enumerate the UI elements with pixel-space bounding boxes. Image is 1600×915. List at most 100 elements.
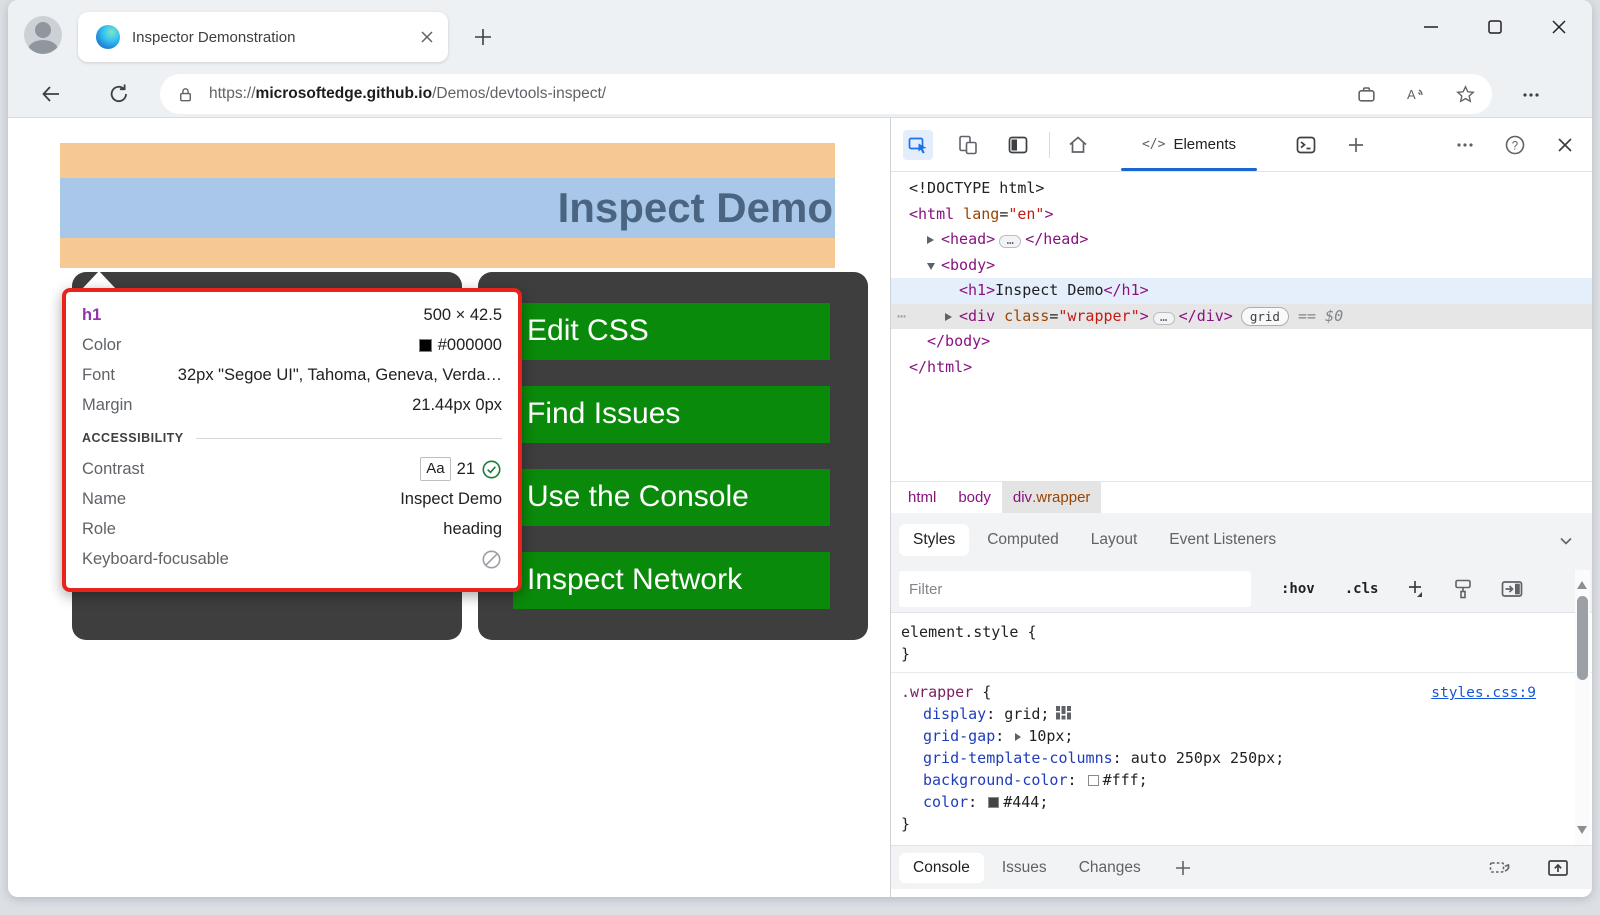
dom-token: </html> bbox=[909, 358, 972, 376]
tab-close-icon[interactable] bbox=[420, 30, 434, 44]
demo-page-button[interactable]: Edit CSS bbox=[513, 303, 830, 360]
more-tabs-icon[interactable] bbox=[1341, 130, 1371, 160]
demo-page-button[interactable]: Use the Console bbox=[513, 469, 830, 526]
expand-value-icon[interactable] bbox=[1015, 733, 1025, 741]
tooltip-name-value: Inspect Demo bbox=[400, 490, 502, 509]
minimize-icon[interactable] bbox=[1422, 18, 1440, 36]
new-tab-button[interactable] bbox=[470, 24, 496, 50]
color-picker-icon[interactable] bbox=[1452, 578, 1474, 600]
node-more-icon[interactable]: ⋯ bbox=[897, 304, 906, 330]
stylesheet-link[interactable]: styles.css:9 bbox=[1431, 682, 1536, 704]
css-declaration[interactable]: grid-template-columns: auto 250px 250px; bbox=[901, 747, 1582, 769]
chevron-down-icon[interactable] bbox=[1558, 533, 1574, 549]
browser-essentials-icon[interactable] bbox=[1356, 84, 1377, 105]
toggle-sidebar-icon[interactable] bbox=[1500, 577, 1524, 601]
dom-node-line[interactable]: <h1>Inspect Demo</h1> bbox=[891, 278, 1592, 304]
refresh-icon[interactable] bbox=[104, 79, 134, 109]
css-declaration[interactable]: color: #444; bbox=[901, 791, 1582, 813]
welcome-home-icon[interactable] bbox=[1063, 130, 1093, 160]
close-window-icon[interactable] bbox=[1550, 18, 1568, 36]
dom-node-line[interactable]: <!DOCTYPE html> bbox=[891, 176, 1592, 202]
quickview-tab-changes[interactable]: Changes bbox=[1065, 853, 1155, 883]
breadcrumb-token: html bbox=[908, 489, 936, 506]
color-swatch[interactable] bbox=[988, 797, 999, 808]
settings-menu-icon[interactable] bbox=[1518, 82, 1544, 108]
accessibility-title: ACCESSIBILITY bbox=[82, 431, 184, 445]
browser-tab[interactable]: Inspector Demonstration bbox=[78, 12, 448, 62]
scrollbar-thumb[interactable] bbox=[1577, 596, 1588, 680]
toggle-cls[interactable]: .cls bbox=[1345, 581, 1379, 597]
more-options-icon[interactable] bbox=[1450, 130, 1480, 160]
breadcrumb-item[interactable]: div.wrapper bbox=[1002, 482, 1102, 513]
tooltip-font-value: 32px "Segoe UI", Tahoma, Geneva, Verda… bbox=[178, 366, 502, 385]
close-devtools-icon[interactable] bbox=[1550, 130, 1580, 160]
expand-panel-icon[interactable] bbox=[1546, 856, 1570, 880]
color-swatch bbox=[419, 339, 432, 352]
css-declaration[interactable]: display: grid; bbox=[901, 703, 1582, 725]
tooltip-element-size: 500 × 42.5 bbox=[424, 306, 502, 325]
sidebar-tab-styles[interactable]: Styles bbox=[899, 524, 969, 556]
dom-token: <body> bbox=[941, 256, 995, 274]
active-tab-underline bbox=[1121, 168, 1257, 171]
dom-node-line[interactable]: <head>…</head> bbox=[891, 227, 1592, 253]
toggle-hov[interactable]: :hov bbox=[1281, 581, 1315, 597]
demo-page-button[interactable]: Find Issues bbox=[513, 386, 830, 443]
tooltip-name-label: Name bbox=[82, 490, 126, 509]
dom-node-line[interactable]: <html lang="en"> bbox=[891, 202, 1592, 228]
sidebar-tab-computed[interactable]: Computed bbox=[973, 524, 1073, 556]
lock-icon[interactable] bbox=[176, 85, 195, 104]
device-emulation-icon[interactable] bbox=[953, 130, 983, 160]
add-quickview-tab-icon[interactable] bbox=[1173, 858, 1193, 878]
back-icon[interactable] bbox=[36, 79, 66, 109]
sidebar-tab-event-listeners[interactable]: Event Listeners bbox=[1155, 524, 1290, 556]
tab-elements[interactable]: </> Elements bbox=[1109, 118, 1269, 171]
demo-page-button[interactable]: Inspect Network bbox=[513, 552, 830, 609]
breadcrumb: html bodydiv.wrapper bbox=[891, 481, 1592, 513]
url-text: https://microsoftedge.github.io/Demos/de… bbox=[209, 85, 1356, 103]
not-focusable-icon bbox=[481, 549, 502, 570]
inspect-tooltip: h1 500 × 42.5 Color #000000 Font 32px "S… bbox=[62, 288, 522, 592]
expand-toggle-icon[interactable] bbox=[927, 227, 941, 253]
tooltip-margin-value: 21.44px 0px bbox=[412, 396, 502, 415]
scroll-up-icon[interactable] bbox=[1577, 576, 1587, 589]
dom-node-line[interactable]: </html> bbox=[891, 355, 1592, 381]
grid-editor-icon[interactable] bbox=[1056, 706, 1071, 720]
breadcrumb-item[interactable]: body bbox=[947, 482, 1002, 513]
dom-node-line[interactable]: <body> bbox=[891, 253, 1592, 279]
url-scheme: https:// bbox=[209, 85, 256, 102]
styles-filter-input[interactable] bbox=[899, 571, 1251, 607]
wrapper-css-rule[interactable]: .wrapper { styles.css:9 display: grid;gr… bbox=[891, 673, 1592, 842]
css-property-name: grid-template-columns bbox=[923, 749, 1113, 767]
inspect-element-icon[interactable] bbox=[903, 130, 933, 160]
inline-expand-icon[interactable]: … bbox=[1153, 312, 1175, 325]
scroll-down-icon[interactable] bbox=[1577, 826, 1587, 839]
element-style-rule[interactable]: element.style { } bbox=[891, 613, 1592, 673]
quickview-tab-issues[interactable]: Issues bbox=[988, 853, 1061, 883]
expand-toggle-icon[interactable] bbox=[927, 253, 941, 279]
address-bar[interactable]: https://microsoftedge.github.io/Demos/de… bbox=[160, 74, 1492, 114]
svg-text:?: ? bbox=[1512, 140, 1518, 152]
color-swatch[interactable] bbox=[1088, 775, 1099, 786]
dom-token: <!DOCTYPE html> bbox=[909, 179, 1044, 197]
styles-scrollbar[interactable] bbox=[1575, 570, 1590, 845]
read-aloud-icon[interactable]: A bbox=[1405, 83, 1427, 105]
dock-side-icon[interactable] bbox=[1003, 130, 1033, 160]
expand-toggle-icon[interactable] bbox=[945, 304, 959, 330]
rotate-device-icon[interactable] bbox=[1488, 856, 1512, 880]
dom-node-line[interactable]: ⋯<div class="wrapper">…</div>grid == $0 bbox=[891, 304, 1592, 330]
maximize-icon[interactable] bbox=[1486, 18, 1504, 36]
sidebar-tab-layout[interactable]: Layout bbox=[1077, 524, 1152, 556]
dom-node-line[interactable]: </body> bbox=[891, 329, 1592, 355]
css-declaration[interactable]: background-color: #fff; bbox=[901, 769, 1582, 791]
inline-expand-icon[interactable]: … bbox=[999, 235, 1021, 248]
console-drawer-icon[interactable] bbox=[1291, 130, 1321, 160]
quickview-tab-console[interactable]: Console bbox=[899, 853, 984, 883]
grid-badge[interactable]: grid bbox=[1241, 307, 1289, 326]
new-style-rule-icon[interactable] bbox=[1404, 578, 1426, 600]
favorites-star-icon[interactable] bbox=[1455, 84, 1476, 105]
breadcrumb-item[interactable]: html bbox=[897, 482, 947, 513]
css-declaration[interactable]: grid-gap: 10px; bbox=[901, 725, 1582, 747]
tooltip-color-value: #000000 bbox=[438, 336, 502, 355]
profile-avatar-icon[interactable] bbox=[24, 16, 62, 54]
help-icon[interactable]: ? bbox=[1500, 130, 1530, 160]
